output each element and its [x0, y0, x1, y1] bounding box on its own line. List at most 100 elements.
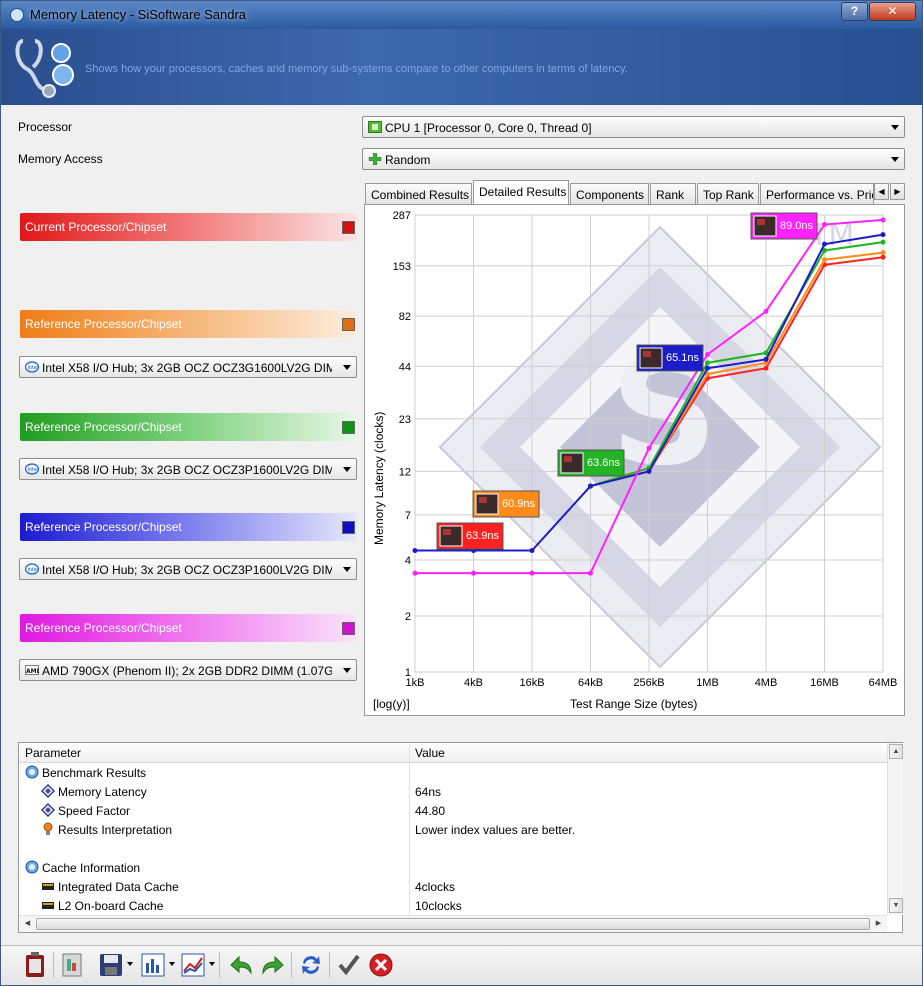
reference-bar-2[interactable]: Reference Processor/Chipset	[20, 413, 357, 441]
reference-select-4-value: AMD 790GX (Phenom II); 2x 2GB DDR2 DIMM …	[42, 664, 332, 678]
current-processor-bar[interactable]: Current Processor/Chipset	[20, 213, 357, 241]
y-tick-label: 287	[393, 210, 411, 222]
x-axis-ticks: 1kB 4kB 16kB 64kB 256kB 1MB 4MB 16MB 64MB	[406, 677, 898, 689]
y-tick-label: 23	[399, 414, 411, 426]
data-point	[705, 360, 710, 366]
motherboard-chip	[564, 456, 572, 462]
y-axis-label: Memory Latency (clocks)	[372, 412, 386, 545]
y-tick-label: 153	[393, 261, 411, 273]
current-color-swatch[interactable]	[342, 221, 355, 234]
back-icon[interactable]	[227, 951, 255, 979]
cancel-icon[interactable]	[367, 951, 395, 979]
latency-chart: S TM 124712234482153287 1kB 4kB 16kB 64kB 25…	[372, 210, 898, 711]
reference-color-swatch-1[interactable]	[342, 318, 355, 331]
main-window: Memory Latency - SiSoftware Sandra ? ✕ S…	[0, 0, 923, 986]
reference-color-swatch-4[interactable]	[342, 622, 355, 635]
data-point	[822, 257, 827, 263]
scroll-down-button[interactable]: ▼	[889, 898, 903, 913]
processor-select[interactable]: CPU 1 [Processor 0, Core 0, Thread 0]	[362, 116, 905, 138]
reference-bar-4[interactable]: Reference Processor/Chipset	[20, 614, 357, 642]
save-dropdown-arrow[interactable]	[127, 962, 133, 966]
series-badge: 63.6ns	[557, 449, 625, 477]
memory-access-value: Random	[385, 153, 431, 167]
reference-color-swatch-2[interactable]	[342, 421, 355, 434]
svg-text:intel: intel	[28, 567, 39, 573]
vertical-scrollbar[interactable]: ▲ ▼	[887, 743, 903, 915]
data-point	[822, 241, 827, 247]
parameter-column-header[interactable]: Parameter	[25, 746, 81, 760]
parameter-cell: Cache Information	[42, 861, 141, 875]
reference-bar-1[interactable]: Reference Processor/Chipset	[20, 310, 357, 338]
scroll-up-button[interactable]: ▲	[889, 744, 903, 759]
chart-options-dropdown-arrow[interactable]	[169, 962, 175, 966]
reference-select-2[interactable]: intel Intel X58 I/O Hub; 3x 2GB OCZ OCZ3…	[19, 458, 357, 480]
sandra-globe-icon	[25, 765, 39, 779]
x-tick-label: 4kB	[464, 677, 483, 689]
value-cell: 4clocks	[415, 880, 456, 894]
x-tick-label: 1kB	[406, 677, 425, 689]
window-title: Memory Latency - SiSoftware Sandra	[30, 7, 247, 22]
value-column-header[interactable]: Value	[415, 746, 445, 760]
report-icon[interactable]	[59, 951, 87, 979]
processor-label: Processor	[18, 120, 73, 134]
grid-header: Parameter Value	[19, 743, 887, 763]
tab-combined-results[interactable]: Combined Results	[365, 183, 472, 205]
tab-rank[interactable]: Rank	[650, 183, 696, 205]
table-row[interactable]: Benchmark Results	[19, 764, 887, 783]
horizontal-scrollbar[interactable]: ◀ ▶	[19, 915, 887, 932]
scroll-left-button[interactable]: ◀	[20, 917, 35, 931]
scroll-right-button[interactable]: ▶	[871, 917, 886, 931]
tab-performance-vs-price[interactable]: Performance vs. Pric	[760, 183, 874, 205]
value-cell: Lower index values are better.	[415, 823, 576, 837]
value-cell: 64ns	[415, 785, 442, 799]
reference-select-4[interactable]: AMD AMD 790GX (Phenom II); 2x 2GB DDR2 D…	[19, 659, 357, 681]
intel-logo-icon: intel	[25, 361, 39, 373]
data-point	[588, 483, 593, 489]
data-point	[529, 548, 535, 554]
table-row[interactable]: Cache Information	[19, 859, 887, 878]
forward-icon[interactable]	[259, 951, 287, 979]
horizontal-scroll-thumb[interactable]	[36, 918, 870, 930]
reference-bar-3[interactable]: Reference Processor/Chipset	[20, 513, 357, 541]
data-point	[763, 365, 769, 371]
x-tick-label: 16MB	[810, 677, 839, 689]
y-tick-label: 4	[405, 555, 411, 567]
motherboard-chip	[443, 529, 451, 535]
close-button[interactable]: ✕	[869, 2, 916, 21]
save-icon[interactable]	[97, 951, 125, 979]
stethoscope-icon	[15, 39, 74, 98]
help-button[interactable]: ?	[841, 2, 868, 21]
x-tick-label: 256kB	[633, 677, 664, 689]
reference-select-1[interactable]: intel Intel X58 I/O Hub; 3x 2GB OCZ OCZ3…	[19, 356, 357, 378]
ok-icon[interactable]	[335, 951, 363, 979]
reference-select-3[interactable]: intel Intel X58 I/O Hub; 3x 2GB OCZ OCZ3…	[19, 558, 357, 580]
parameter-cell: Speed Factor	[58, 804, 131, 818]
x-tick-label: 1MB	[696, 677, 719, 689]
graph-icon[interactable]	[179, 951, 207, 979]
table-row[interactable]: Results Interpretation Lower index values…	[19, 821, 887, 840]
tab-components[interactable]: Components	[570, 183, 649, 205]
update-icon[interactable]	[297, 951, 325, 979]
data-point	[705, 352, 710, 358]
refresh-icon[interactable]	[21, 951, 49, 979]
sandra-globe-icon	[25, 860, 39, 874]
tab-scroll-right-button[interactable]: ▶	[890, 183, 905, 200]
app-icon	[10, 8, 24, 22]
data-point	[412, 570, 418, 576]
table-row[interactable]	[19, 840, 887, 859]
table-row[interactable]: Memory Latency 64ns	[19, 783, 887, 802]
graph-dropdown-arrow[interactable]	[209, 962, 215, 966]
y-tick-label: 2	[405, 611, 411, 623]
tab-scroll-left-button[interactable]: ◀	[874, 183, 889, 200]
tab-top-rank[interactable]: Top Rank	[697, 183, 759, 205]
chart-options-icon[interactable]	[139, 951, 167, 979]
table-row[interactable]: Integrated Data Cache 4clocks	[19, 878, 887, 897]
series-badge: 65.1ns	[636, 344, 704, 372]
data-point	[880, 239, 886, 245]
memory-access-select[interactable]: Random	[362, 148, 905, 170]
table-row[interactable]: L2 On-board Cache 10clocks	[19, 897, 887, 916]
table-row[interactable]: Speed Factor 44.80	[19, 802, 887, 821]
reference-color-swatch-3[interactable]	[342, 521, 355, 534]
svg-text:intel: intel	[28, 467, 39, 473]
tab-detailed-results[interactable]: Detailed Results	[473, 180, 569, 205]
